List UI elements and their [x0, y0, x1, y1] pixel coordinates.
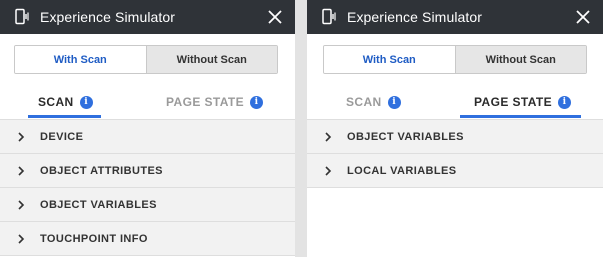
tab-scan[interactable]: SCAN i [28, 88, 101, 118]
page-state-section-list: OBJECT VARIABLES LOCAL VARIABLES [307, 119, 603, 188]
chevron-right-icon [16, 131, 26, 142]
chevron-right-icon [323, 165, 333, 176]
without-scan-button[interactable]: Without Scan [454, 46, 586, 73]
tab-page-state-label: PAGE STATE [166, 95, 245, 109]
active-tab-indicator [28, 115, 101, 118]
scan-mode-toggle: With Scan Without Scan [14, 45, 278, 74]
list-item-label: TOUCHPOINT INFO [40, 232, 148, 245]
title-bar: Experience Simulator [307, 0, 603, 34]
tab-page-state-label: PAGE STATE [474, 95, 553, 109]
chevron-right-icon [323, 131, 333, 142]
list-item-device[interactable]: DEVICE [0, 120, 295, 154]
panel-title: Experience Simulator [40, 9, 176, 25]
list-item-label: OBJECT ATTRIBUTES [40, 164, 163, 177]
tab-bar: SCAN i PAGE STATE i [307, 88, 603, 118]
mobile-device-icon [319, 7, 339, 27]
with-scan-button[interactable]: With Scan [324, 46, 455, 73]
scan-section-list: DEVICE OBJECT ATTRIBUTES OBJECT VARIABLE… [0, 119, 295, 256]
panel-title: Experience Simulator [347, 9, 483, 25]
list-item-object-variables[interactable]: OBJECT VARIABLES [0, 188, 295, 222]
scan-mode-toggle: With Scan Without Scan [323, 45, 587, 74]
list-item-label: OBJECT VARIABLES [40, 198, 157, 211]
list-item-object-attributes[interactable]: OBJECT ATTRIBUTES [0, 154, 295, 188]
mobile-device-icon [12, 7, 32, 27]
chevron-right-icon [16, 199, 26, 210]
without-scan-button[interactable]: Without Scan [145, 46, 277, 73]
list-item-touchpoint-info[interactable]: TOUCHPOINT INFO [0, 222, 295, 256]
info-icon[interactable]: i [79, 95, 93, 109]
tab-bar: SCAN i PAGE STATE i [0, 88, 295, 118]
tab-scan[interactable]: SCAN i [346, 88, 401, 116]
simulator-comparison: Experience Simulator With Scan Without S… [0, 0, 603, 257]
chevron-right-icon [16, 165, 26, 176]
list-item-label: OBJECT VARIABLES [347, 130, 464, 143]
tab-scan-label: SCAN [346, 95, 382, 109]
experience-simulator-panel-scan: Experience Simulator With Scan Without S… [0, 0, 295, 257]
list-item-label: DEVICE [40, 130, 84, 143]
active-tab-indicator [460, 115, 582, 118]
with-scan-button[interactable]: With Scan [15, 46, 146, 73]
close-icon[interactable] [265, 7, 285, 27]
list-item-local-variables[interactable]: LOCAL VARIABLES [307, 154, 603, 188]
tab-page-state[interactable]: PAGE STATE i [460, 88, 582, 118]
info-icon[interactable]: i [387, 95, 401, 109]
tab-page-state[interactable]: PAGE STATE i [166, 88, 264, 116]
info-icon[interactable]: i [558, 95, 572, 109]
experience-simulator-panel-page-state: Experience Simulator With Scan Without S… [307, 0, 603, 257]
chevron-right-icon [16, 233, 26, 244]
info-icon[interactable]: i [250, 95, 264, 109]
list-item-object-variables[interactable]: OBJECT VARIABLES [307, 120, 603, 154]
tab-scan-label: SCAN [38, 95, 74, 109]
close-icon[interactable] [573, 7, 593, 27]
list-item-label: LOCAL VARIABLES [347, 164, 457, 177]
title-bar: Experience Simulator [0, 0, 295, 34]
